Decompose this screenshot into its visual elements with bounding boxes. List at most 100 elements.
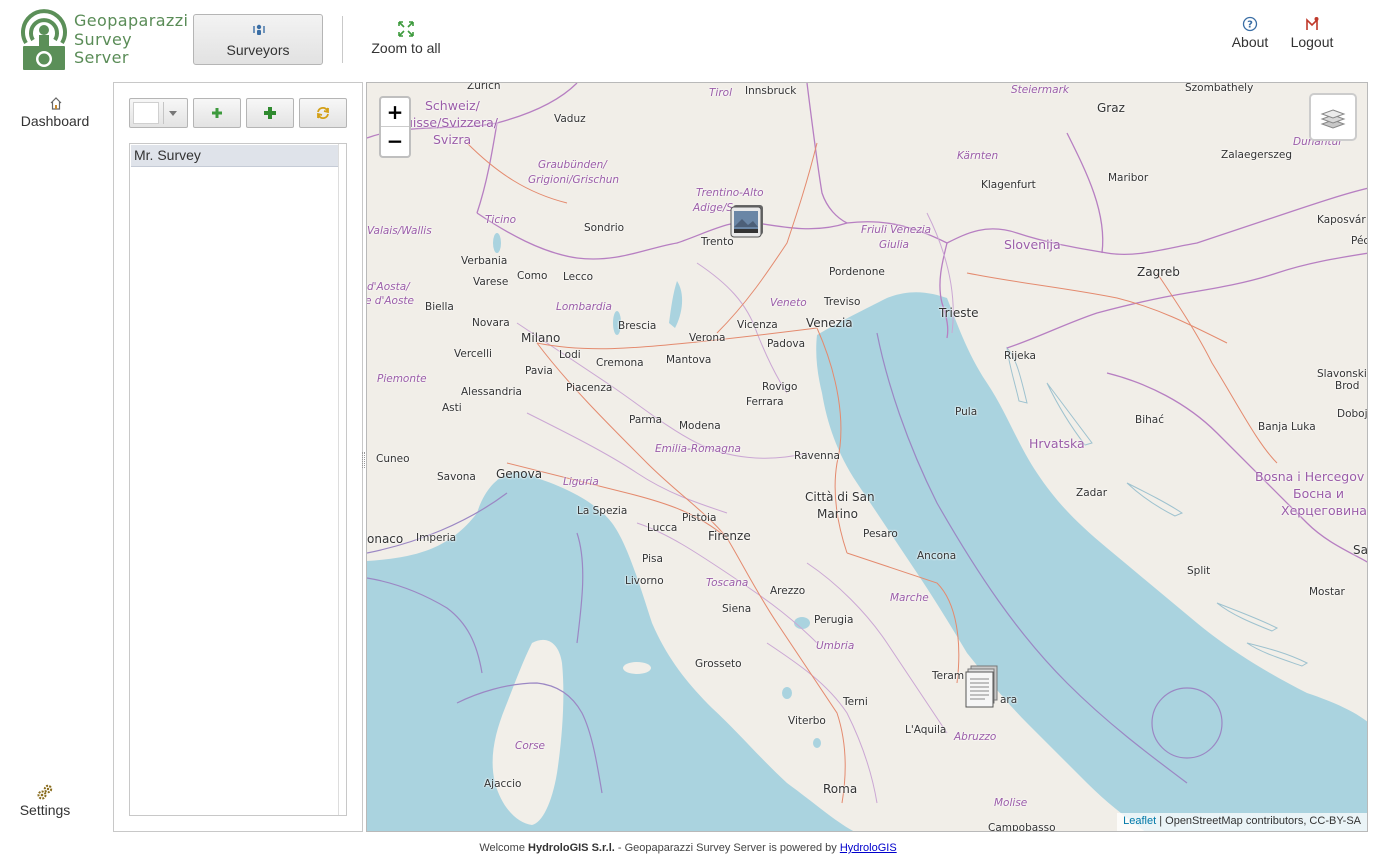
add-group-button[interactable]	[246, 98, 294, 128]
map-label: Savona	[437, 471, 476, 483]
map-label: Graz	[1097, 101, 1125, 115]
map-label: d'Aosta/	[367, 281, 410, 293]
map-label: Schweiz/	[425, 98, 480, 113]
add-button[interactable]	[193, 98, 241, 128]
map-label: Perugia	[814, 614, 854, 626]
map-zoom-control: + −	[379, 96, 411, 158]
map-label: Toscana	[706, 577, 749, 589]
map-label: Pisa	[642, 553, 663, 565]
map-basemap	[367, 83, 1367, 831]
map-label: Lucca	[647, 522, 678, 534]
map-label: Doboj	[1337, 408, 1368, 420]
hydrologis-link[interactable]: HydroloGIS	[840, 842, 897, 854]
map-label: Viterbo	[788, 715, 826, 727]
logout-icon	[1306, 17, 1319, 30]
surveyor-list[interactable]: Mr. Survey	[129, 143, 347, 816]
map-label: Brod	[1335, 380, 1360, 392]
map-label: Trieste	[939, 306, 979, 320]
refresh-button[interactable]	[299, 98, 347, 128]
map-label: Innsbruck	[745, 85, 797, 97]
map-label: Rijeka	[1004, 350, 1036, 362]
map-label: Zalaegerszeg	[1221, 149, 1292, 161]
settings-nav-item[interactable]: Settings	[12, 784, 78, 820]
map-label: Vercelli	[454, 348, 492, 360]
leaflet-link[interactable]: Leaflet	[1123, 815, 1156, 827]
map-label: Campobasso	[988, 822, 1056, 832]
help-icon: ?	[1242, 16, 1258, 32]
map-label: Split	[1187, 565, 1211, 577]
map-label: Kärnten	[957, 150, 999, 162]
map-label: La Spezia	[577, 505, 628, 517]
logout-button[interactable]: Logout	[1282, 15, 1342, 55]
map-label: Venezia	[806, 316, 853, 330]
map-label: Corse	[515, 740, 546, 752]
camera-signal-logo-icon	[21, 9, 67, 70]
image-marker-icon[interactable]	[729, 203, 765, 239]
panel-resize-handle[interactable]	[362, 452, 365, 468]
map-label: Klagenfurt	[981, 179, 1036, 191]
surveyors-button[interactable]: Surveyors	[193, 14, 323, 65]
map-label: Varese	[473, 276, 509, 288]
map-label: Verona	[689, 332, 726, 344]
map-attribution: Leaflet | OpenStreetMap contributors, CC…	[1117, 813, 1367, 831]
dashboard-label: Dashboard	[20, 113, 90, 129]
map-label: Banja Luka	[1258, 421, 1316, 433]
map-label: Como	[517, 270, 548, 282]
map-label: Rovigo	[762, 381, 798, 393]
map-label: Arezzo	[770, 585, 806, 597]
refresh-icon	[317, 107, 329, 119]
map-label: Zagreb	[1137, 265, 1180, 279]
map-label: Friuli Venezia	[861, 224, 932, 236]
map-label: Slavonski	[1317, 368, 1367, 380]
chevron-down-icon	[169, 111, 177, 116]
map-label: Modena	[679, 420, 721, 432]
map-label: Zurich	[467, 82, 501, 92]
map-label: Ancona	[917, 550, 957, 562]
map-label: Vaduz	[554, 113, 586, 125]
about-button[interactable]: ? About	[1222, 15, 1278, 55]
map-label: Sa	[1353, 543, 1368, 557]
map-label: Maribor	[1108, 172, 1149, 184]
map-label: Livorno	[625, 575, 664, 587]
color-picker[interactable]	[129, 98, 188, 128]
map-label: Parma	[629, 414, 663, 426]
map-label: Marche	[890, 592, 929, 604]
map-label: Pistoia	[682, 512, 717, 524]
map-label: Brescia	[618, 320, 657, 332]
map-label: Bosna i Hercegov	[1255, 469, 1365, 484]
map-label: onaco	[367, 532, 404, 546]
map-label: Grigioni/Grischun	[528, 174, 620, 186]
map-label: Biella	[425, 301, 454, 313]
map-label: Molise	[994, 797, 1028, 809]
map-label: Emilia-Romagna	[655, 443, 741, 455]
zoom-in-button[interactable]: +	[381, 98, 409, 127]
note-marker-icon[interactable]	[965, 665, 1001, 709]
map-label: Milano	[521, 331, 561, 345]
map-view[interactable]: Zurich Innsbruck Tirol Steiermark Graz S…	[366, 82, 1368, 832]
map-label: Sondrio	[584, 222, 625, 234]
map-label: Verbania	[461, 255, 508, 267]
footer-powered: - Geopaparazzi Survey Server is powered …	[614, 842, 840, 854]
map-label: Lombardia	[556, 301, 612, 313]
layers-button[interactable]	[1309, 93, 1357, 141]
list-item[interactable]: Mr. Survey	[131, 145, 338, 167]
map-label: Ferrara	[746, 396, 784, 408]
map-label: Abruzzo	[954, 731, 997, 743]
map-label: Hrvatska	[1029, 436, 1085, 451]
map-label: Novara	[472, 317, 510, 329]
map-label: Padova	[767, 338, 806, 350]
zoom-to-all-button[interactable]: Zoom to all	[362, 18, 450, 62]
footer-welcome: Welcome	[479, 842, 529, 854]
expand-arrows-icon	[398, 21, 414, 37]
zoom-out-button[interactable]: −	[381, 127, 409, 156]
map-label: Teram	[932, 670, 965, 682]
map-label: Piemonte	[377, 373, 427, 385]
dashboard-nav-item[interactable]: Dashboard	[14, 95, 96, 131]
map-label: Péc	[1351, 235, 1368, 247]
map-label: Pesaro	[863, 528, 898, 540]
list-scrollbar[interactable]	[338, 144, 346, 815]
color-swatch	[133, 102, 159, 124]
map-label: Slovenija	[1004, 237, 1061, 252]
map-label: Alessandria	[461, 386, 522, 398]
map-label: Città di San	[805, 490, 875, 504]
